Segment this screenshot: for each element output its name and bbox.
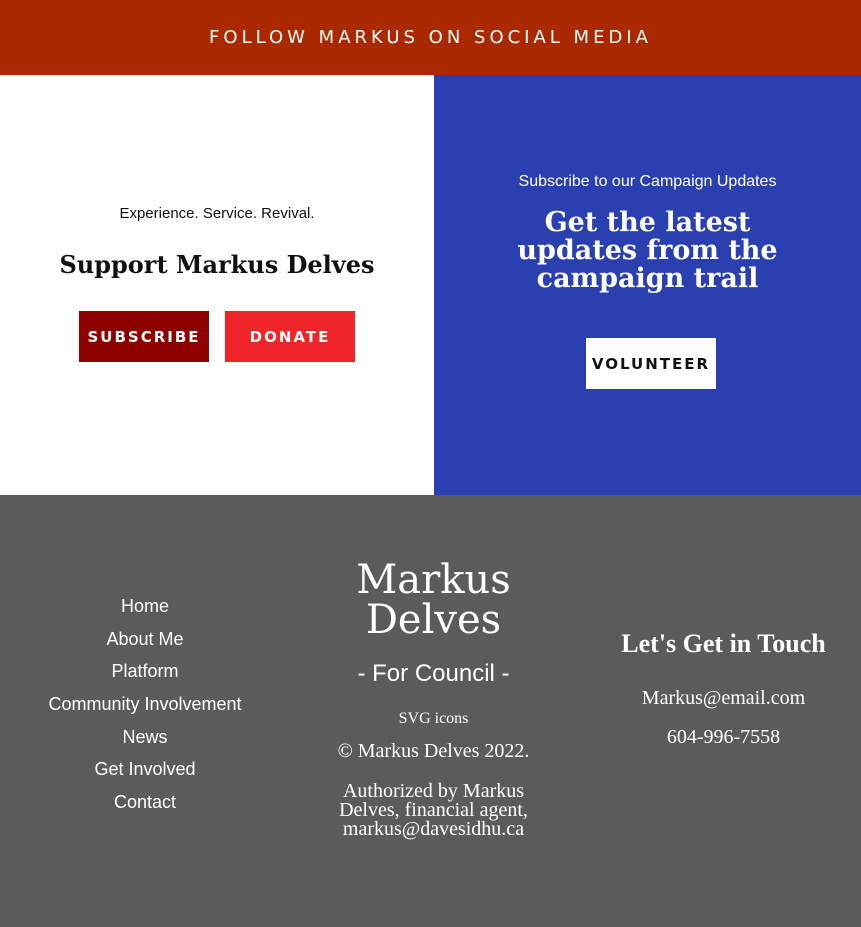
copyright-text: © Markus Delves 2022. [337,740,530,762]
authorized-by-text: Authorized by Markus Delves, financial a… [339,780,528,840]
contact-email-link[interactable]: Markus@email.com [596,687,851,710]
footer-nav-item-get-involved[interactable]: Get Involved [20,756,270,789]
footer-nav-link[interactable]: Get Involved [94,759,195,779]
footer-nav-link[interactable]: About Me [106,629,183,649]
footer-nav-item-about[interactable]: About Me [20,626,270,659]
brand-tagline: - For Council - [357,660,510,687]
footer-nav-link[interactable]: Contact [114,792,176,812]
contact-phone-link[interactable]: 604-996-7558 [596,726,851,749]
social-media-bar[interactable]: FOLLOW MARKUS ON SOCIAL MEDIA [0,0,861,75]
support-tagline: Experience. Service. Revival. [119,205,315,222]
social-media-label[interactable]: FOLLOW MARKUS ON SOCIAL MEDIA [209,27,652,48]
support-heading: Support Markus Delves [59,250,375,279]
subscribe-button[interactable]: SUBSCRIBE [79,311,209,362]
volunteer-button[interactable]: VOLUNTEER [586,338,716,389]
footer-nav-item-contact[interactable]: Contact [20,789,270,822]
updates-heading: Get the latest updates from the campaign… [517,207,778,294]
footer-nav-item-news[interactable]: News [20,724,270,757]
footer-nav-item-home[interactable]: Home [20,593,270,626]
updates-kicker: Subscribe to our Campaign Updates [518,173,777,190]
footer-nav-link[interactable]: Platform [111,661,178,681]
donate-button[interactable]: DONATE [225,311,355,362]
footer-nav-item-community[interactable]: Community Involvement [20,691,270,724]
footer-nav-link[interactable]: Home [121,596,169,616]
footer-nav-link[interactable]: News [122,727,167,747]
campaign-updates-panel: Subscribe to our Campaign Updates Get th… [434,75,861,495]
site-footer: Home About Me Platform Community Involve… [0,495,861,927]
support-panel: Experience. Service. Revival. Support Ma… [0,75,434,495]
contact-heading: Let's Get in Touch [621,629,826,658]
footer-nav-item-platform[interactable]: Platform [20,658,270,691]
brand-name[interactable]: Markus Delves [300,560,567,640]
footer-nav-link[interactable]: Community Involvement [48,694,241,714]
footer-nav: Home About Me Platform Community Involve… [20,593,270,822]
svg-icons-credit[interactable]: SVG icons [300,710,567,728]
